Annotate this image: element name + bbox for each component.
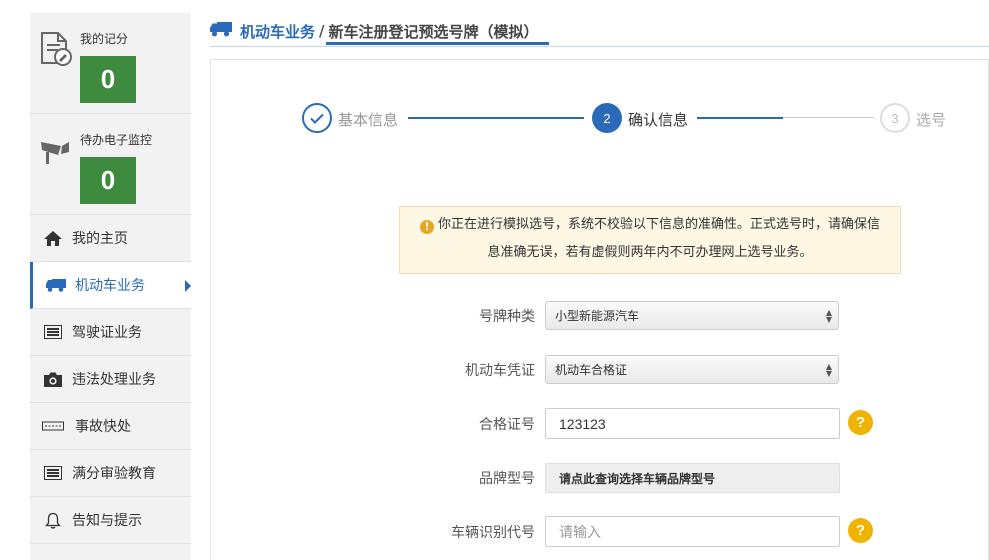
sidebar-item-label: 告知与提示 xyxy=(72,513,142,529)
sidebar-item-accident[interactable]: 事故快处 xyxy=(30,403,191,450)
breadcrumb-separator: / xyxy=(319,22,325,40)
sidebar-item-violation[interactable]: 违法处理业务 xyxy=(30,356,191,403)
sidebar-item-label: 驾驶证业务 xyxy=(72,325,142,341)
breadcrumb-page: 新车注册登记预选号牌（模拟） xyxy=(328,22,539,41)
select-arrows-icon: ▲ ▼ xyxy=(825,308,832,324)
truck-icon xyxy=(45,277,67,293)
score-count[interactable]: 0 xyxy=(80,56,136,103)
cert-no-label: 合格证号 xyxy=(479,417,535,433)
certificate-value: 机动车合格证 xyxy=(555,363,628,377)
sidebar-item-vehicle[interactable]: 机动车业务 xyxy=(30,262,191,309)
sidebar-item-label: 满分审验教育 xyxy=(72,466,156,482)
card-list-icon xyxy=(42,465,64,481)
truck-icon xyxy=(210,21,232,41)
step-1-label: 基本信息 xyxy=(338,111,399,129)
select-arrows-icon: ▲ ▼ xyxy=(825,362,832,378)
certificate-label: 机动车凭证 xyxy=(465,363,535,379)
step-connector-1 xyxy=(408,117,584,119)
step-3-label: 选号 xyxy=(916,111,947,129)
camera-icon xyxy=(42,371,64,387)
certificate-select[interactable]: 机动车合格证 ▲ ▼ xyxy=(545,355,839,384)
breadcrumb-section[interactable]: 机动车业务 xyxy=(240,21,315,42)
sidebar-item-education[interactable]: 满分审验教育 xyxy=(30,450,191,497)
step-connector-2 xyxy=(697,117,783,119)
sidebar-item-notice[interactable]: 告知与提示 xyxy=(30,497,191,544)
caret-right-icon xyxy=(185,280,191,292)
monitor-count[interactable]: 0 xyxy=(80,157,136,204)
step-3-circle: 3 xyxy=(880,103,910,133)
sidebar-item-label: 事故快处 xyxy=(75,419,131,435)
plate-type-value: 小型新能源汽车 xyxy=(555,309,640,323)
step-connector-2-pending xyxy=(783,117,874,118)
vin-label: 车辆识别代号 xyxy=(451,525,535,541)
breadcrumb-active-underline xyxy=(326,42,549,45)
sidebar-item-label: 违法处理业务 xyxy=(72,372,156,388)
card-list-icon xyxy=(42,324,64,340)
home-icon xyxy=(42,230,64,246)
vin-input[interactable]: 请输入 xyxy=(545,516,840,547)
sidebar: 我的记分 0 待办电子监控 0 我的主页 机动车业务 驾驶证业务 违法处理业务 … xyxy=(30,13,191,560)
checkmark-icon xyxy=(310,113,324,124)
sidebar-item-label: 机动车业务 xyxy=(75,278,145,294)
brand-lookup-field[interactable]: 请点此查询选择车辆品牌型号 xyxy=(545,463,840,493)
brand-label: 品牌型号 xyxy=(479,471,535,487)
warning-notice: ! 你正在进行模拟选号，系统不校验以下信息的准确性。正式选号时，请确保信 息准确无… xyxy=(399,206,901,274)
accident-icon xyxy=(42,418,64,434)
breadcrumb-divider xyxy=(210,46,989,47)
plate-type-select[interactable]: 小型新能源汽车 ▲ ▼ xyxy=(545,301,839,330)
score-card[interactable]: 我的记分 0 xyxy=(30,13,191,114)
monitor-title: 待办电子监控 xyxy=(80,133,153,147)
sidebar-item-license[interactable]: 驾驶证业务 xyxy=(30,309,191,356)
document-pen-icon xyxy=(41,32,72,66)
vin-help-icon[interactable]: ? xyxy=(848,518,873,543)
notice-line-2: 息准确无误，若有虚假则两年内不可办理网上选号业务。 xyxy=(487,245,813,260)
plate-type-label: 号牌种类 xyxy=(479,309,535,325)
warning-icon: ! xyxy=(419,220,434,234)
step-1-circle xyxy=(302,103,332,133)
score-title: 我的记分 xyxy=(80,32,129,46)
notice-line-1: 你正在进行模拟选号，系统不校验以下信息的准确性。正式选号时，请确保信 xyxy=(437,217,880,232)
camera-cctv-icon xyxy=(41,142,69,164)
bell-icon xyxy=(42,512,64,529)
sidebar-item-home[interactable]: 我的主页 xyxy=(30,215,191,262)
step-2-label: 确认信息 xyxy=(628,111,689,129)
step-2-circle: 2 xyxy=(592,103,622,133)
monitor-card[interactable]: 待办电子监控 0 xyxy=(30,114,191,215)
cert-no-help-icon[interactable]: ? xyxy=(848,410,873,435)
cert-no-input[interactable]: 123123 xyxy=(545,408,840,439)
sidebar-item-label: 我的主页 xyxy=(72,231,128,247)
